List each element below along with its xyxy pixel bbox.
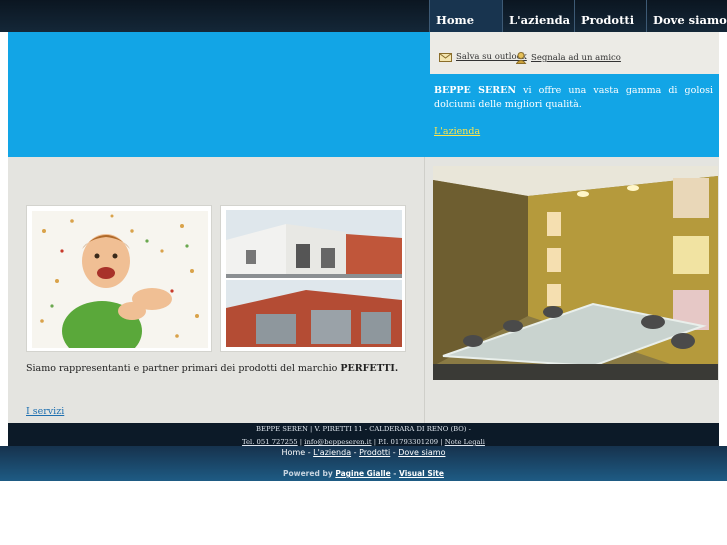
child-candies-photo (26, 205, 212, 352)
bottom-link-dove-siamo[interactable]: Dove siamo (398, 448, 445, 457)
save-outlook-link[interactable]: Salva su outlook (439, 52, 527, 62)
footer-address: BEPPE SEREN | V. PIRETTI 11 - CALDERARA … (256, 425, 471, 433)
visual-site-link[interactable]: Visual Site (399, 469, 444, 478)
column-divider (424, 157, 425, 423)
nav-azienda[interactable]: L'azienda (502, 0, 574, 32)
footer-contacts: Tel. 051 727255 | info@beppeseren.it | P… (242, 438, 485, 446)
brand-name: PERFETTI. (340, 363, 399, 374)
nav-home[interactable]: Home (429, 0, 502, 32)
intro-text: BEPPE SEREN vi offre una vasta gamma di … (434, 84, 713, 112)
footer-piva: | P.I. 01793301209 | (371, 438, 445, 446)
bottom-link-prodotti[interactable]: Prodotti (359, 448, 390, 457)
suggest-friend-label: Segnala ad un amico (531, 53, 621, 63)
powered-by: Powered by Pagine Gialle - Visual Site (283, 469, 444, 478)
email-link[interactable]: info@beppeseren.it (304, 438, 371, 446)
building-image (226, 210, 402, 347)
company-name: BEPPE SEREN (434, 85, 517, 96)
pagine-gialle-link[interactable]: Pagine Gialle (335, 469, 390, 478)
building-photos (220, 205, 406, 352)
child-candies-image (32, 211, 208, 348)
legal-notes-link[interactable]: Note Legali (445, 438, 485, 446)
phone-link[interactable]: Tel. 051 727255 (242, 438, 298, 446)
bottom-link-home[interactable]: Home (282, 448, 306, 457)
bottom-links: Home - L'azienda - Prodotti - Dove siamo (281, 448, 446, 457)
partner-description: Siamo rappresentanti e partner primari d… (26, 363, 341, 374)
azienda-link[interactable]: L'azienda (434, 126, 480, 137)
person-icon (516, 52, 527, 64)
meeting-room-image (433, 166, 718, 380)
powered-by-label: Powered by (283, 469, 336, 478)
envelope-icon (439, 52, 452, 62)
actions-bar: Salva su outlook Segnala ad un amico (430, 32, 719, 74)
suggest-friend-link[interactable]: Segnala ad un amico (516, 52, 621, 64)
bottom-link-azienda[interactable]: L'azienda (313, 448, 351, 457)
nav-prodotti[interactable]: Prodotti (574, 0, 646, 32)
servizi-link[interactable]: I servizi (26, 406, 64, 417)
nav-dove-siamo[interactable]: Dove siamo (646, 0, 727, 32)
partner-text: Siamo rappresentanti e partner primari d… (26, 363, 398, 374)
meeting-room-photo (433, 166, 718, 380)
